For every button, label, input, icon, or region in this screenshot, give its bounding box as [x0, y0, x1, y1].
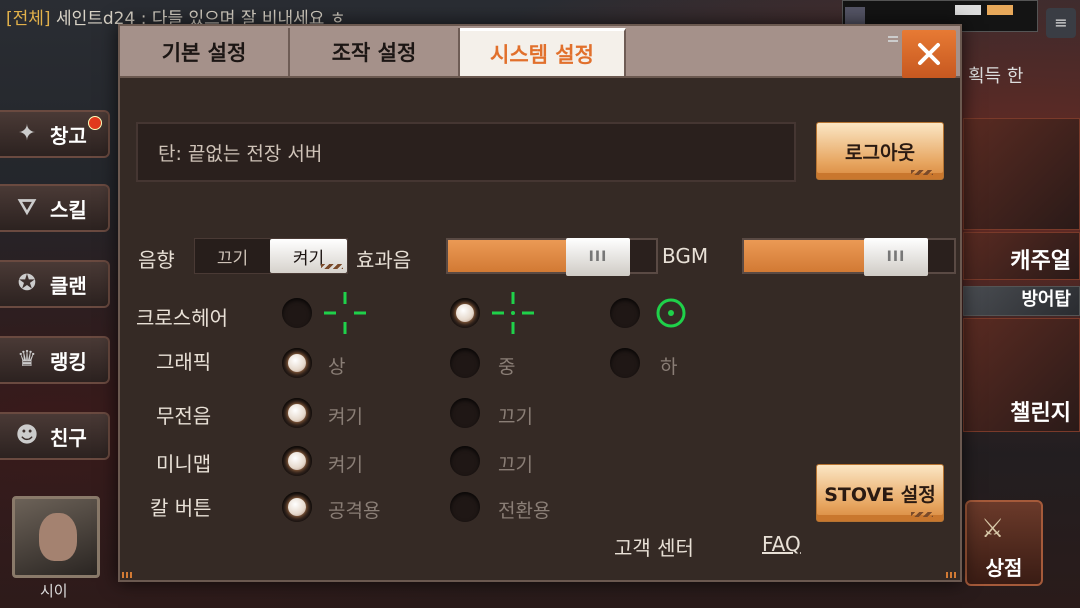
voice-label: 무전음	[156, 404, 212, 428]
button-stripe	[321, 264, 343, 269]
minimap-option-off: 끄기	[498, 454, 533, 476]
sound-off-option[interactable]: 끄기	[195, 239, 270, 273]
voice-radio-on[interactable]	[282, 398, 312, 428]
side-menu-label: 랭킹	[50, 349, 87, 374]
stove-settings-label: STOVE 설정	[824, 483, 936, 506]
sfx-slider-knob[interactable]: III	[566, 238, 630, 276]
server-name: 탄: 끝없는 전장 서버	[158, 142, 323, 165]
warehouse-icon: ✦	[17, 121, 37, 146]
shop-button[interactable]: ⚔ 상점	[965, 500, 1043, 586]
voice-radio-off[interactable]	[450, 398, 480, 428]
close-icon	[918, 43, 940, 65]
circle-dot-icon	[656, 298, 686, 328]
skill-icon: ⛛	[17, 195, 37, 220]
settings-tabbar: 기본 설정 조작 설정 시스템 설정	[120, 26, 960, 78]
clan-icon: ✪	[17, 271, 37, 296]
side-menu-label: 클랜	[50, 273, 87, 298]
minimap-radio-on[interactable]	[282, 446, 312, 476]
tab-system-settings[interactable]: 시스템 설정	[460, 28, 626, 76]
knife-option-switch: 전환용	[498, 500, 551, 522]
side-menu-skill[interactable]: ⛛ 스킬	[0, 184, 110, 232]
side-menu-clan[interactable]: ✪ 클랜	[0, 260, 110, 308]
avatar[interactable]	[12, 496, 100, 578]
graphics-radio-mid[interactable]	[450, 348, 480, 378]
sound-on-option[interactable]: 켜기	[270, 239, 347, 273]
right-reward-label: 획득 한	[968, 66, 1024, 87]
mini-button-orange[interactable]	[987, 5, 1013, 15]
bgm-label: BGM	[662, 244, 709, 268]
sfx-volume-slider[interactable]: III	[446, 238, 658, 276]
mode-card-label: 캐주얼	[1010, 249, 1071, 274]
mode-card-label: 챌린지	[1010, 401, 1071, 426]
mode-card-defense[interactable]: 방어탑	[963, 286, 1080, 316]
graphics-option-high: 상	[328, 356, 346, 378]
logout-button[interactable]: 로그아웃	[816, 122, 944, 180]
corner-decoration	[122, 572, 134, 578]
ranking-icon: ♛	[17, 347, 37, 372]
mode-card-label: 방어탑	[1021, 289, 1071, 310]
side-menu-label: 친구	[50, 425, 87, 450]
graphics-radio-low[interactable]	[610, 348, 640, 378]
knife-radio-attack[interactable]	[282, 492, 312, 522]
shop-label: 상점	[985, 556, 1023, 580]
menu-icon[interactable]: ≡	[1046, 8, 1076, 38]
knife-option-attack: 공격용	[328, 500, 381, 522]
mode-card-casual[interactable]: 캐주얼	[963, 232, 1080, 280]
bgm-slider-knob[interactable]: III	[864, 238, 928, 276]
settings-modal: 기본 설정 조작 설정 시스템 설정 탄: 끝없는 전장 서버 로그아웃 음향 …	[118, 24, 962, 582]
stove-settings-button[interactable]: STOVE 설정	[816, 464, 944, 522]
graphics-radio-high[interactable]	[282, 348, 312, 378]
notification-badge	[88, 116, 102, 130]
friend-icon: ☻	[15, 423, 39, 448]
crosshair-radio-3[interactable]	[610, 298, 640, 328]
faq-link[interactable]: FAQ	[762, 532, 801, 556]
corner-decoration	[946, 572, 958, 578]
minimap-option-on: 켜기	[328, 454, 363, 476]
minimap-radio-off[interactable]	[450, 446, 480, 476]
mode-card-challenge[interactable]: 챌린지	[963, 318, 1080, 432]
sfx-label: 효과음	[356, 248, 412, 272]
side-menu-ranking[interactable]: ♛ 랭킹	[0, 336, 110, 384]
user-name: 시이	[40, 582, 68, 600]
server-name-field: 탄: 끝없는 전장 서버	[136, 122, 796, 182]
button-stripe	[911, 512, 933, 517]
cross-dot-icon	[492, 292, 534, 334]
mode-card-top[interactable]	[963, 118, 1080, 230]
sound-toggle[interactable]: 끄기 켜기	[194, 238, 348, 274]
graphics-label: 그래픽	[156, 350, 212, 374]
sound-on-label: 켜기	[292, 248, 325, 269]
graphics-option-mid: 중	[498, 356, 516, 378]
crosshair-label: 크로스헤어	[136, 306, 228, 330]
customer-center-link[interactable]: 고객 센터	[614, 532, 694, 561]
chat-channel-tag: [전체]	[6, 9, 51, 28]
cross-gap-icon	[324, 292, 366, 334]
crosshair-radio-1[interactable]	[282, 298, 312, 328]
sound-label: 음향	[138, 248, 175, 272]
tab-basic-settings[interactable]: 기본 설정	[120, 28, 290, 76]
tab-control-settings[interactable]: 조작 설정	[290, 28, 460, 76]
close-button[interactable]	[902, 30, 956, 78]
side-menu-friend[interactable]: ☻ 친구	[0, 412, 110, 460]
bgm-volume-slider[interactable]: III	[742, 238, 956, 276]
side-menu-warehouse[interactable]: ✦ 창고	[0, 110, 110, 158]
knife-button-label: 칼 버튼	[150, 496, 212, 520]
voice-option-on: 켜기	[328, 406, 363, 428]
rifle-icon: ⚔	[981, 514, 1005, 544]
voice-option-off: 끄기	[498, 406, 533, 428]
graphics-option-low: 하	[660, 356, 678, 378]
logout-label: 로그아웃	[845, 141, 915, 164]
side-menu-label: 스킬	[50, 197, 87, 222]
crosshair-radio-2[interactable]	[450, 298, 480, 328]
button-stripe	[911, 170, 933, 175]
knife-radio-switch[interactable]	[450, 492, 480, 522]
mini-button-light[interactable]	[955, 5, 981, 15]
corner-decoration	[888, 36, 898, 42]
side-menu-label: 창고	[50, 123, 87, 148]
minimap-label: 미니맵	[156, 452, 212, 476]
